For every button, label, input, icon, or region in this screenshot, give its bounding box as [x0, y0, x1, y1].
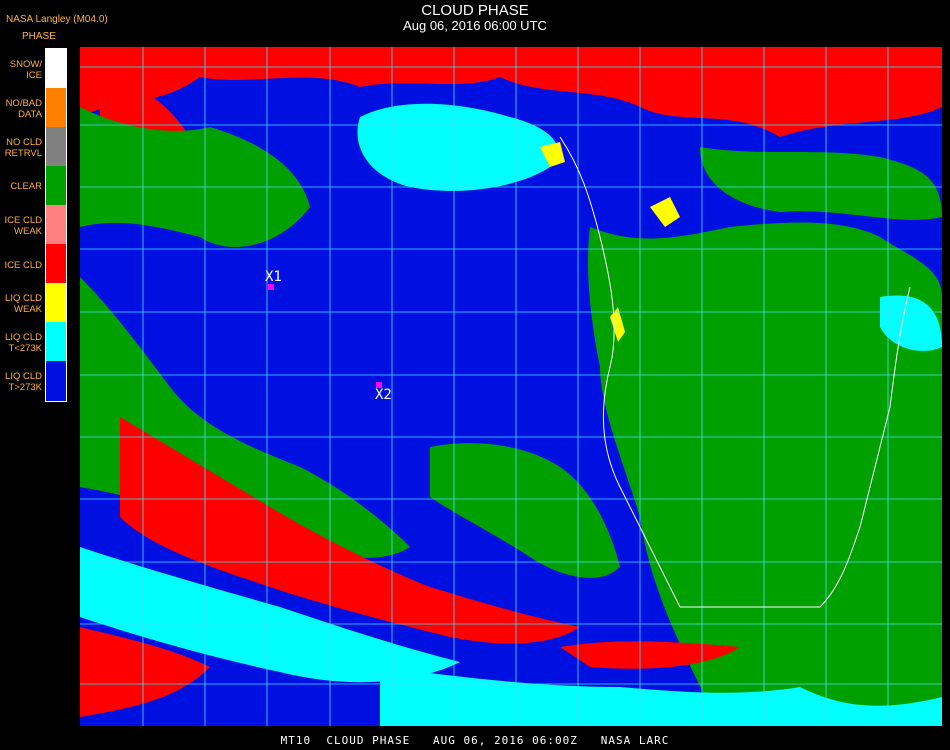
legend-swatch: [46, 166, 66, 205]
marker-x1-dot: [268, 284, 274, 290]
legend-label: NO/BAD DATA: [5, 98, 42, 120]
legend-label: LIQ CLD T<273K: [5, 332, 42, 354]
legend-label: LIQ CLD T>273K: [5, 371, 42, 393]
page-subtitle: Aug 06, 2016 06:00 UTC: [403, 18, 547, 33]
cloud-phase-map: X1 X2: [80, 47, 942, 726]
legend-swatch: [46, 283, 66, 322]
legend-label: ICE CLD: [4, 260, 42, 271]
page-title: CLOUD PHASE: [421, 2, 529, 19]
legend-swatch: [46, 127, 66, 166]
footer-caption: MT10 CLOUD PHASE AUG 06, 2016 06:00Z NAS…: [280, 734, 670, 747]
legend-label: SNOW/ ICE: [9, 59, 42, 81]
legend: SNOW/ ICE NO/BAD DATA NO CLD RETRVL CLEA…: [0, 48, 67, 402]
legend-swatch: [46, 49, 66, 88]
legend-swatch: [46, 361, 66, 401]
legend-swatch: [46, 322, 66, 361]
legend-swatch: [46, 244, 66, 283]
legend-label: CLEAR: [10, 181, 42, 192]
legend-swatch: [46, 205, 66, 244]
legend-swatch: [46, 88, 66, 127]
legend-color-bar: [45, 48, 67, 402]
marker-x1-label: X1: [265, 269, 282, 285]
map-imagery: [80, 47, 942, 726]
legend-label: LIQ CLD WEAK: [5, 293, 42, 315]
legend-label: ICE CLD WEAK: [4, 215, 42, 237]
legend-labels: SNOW/ ICE NO/BAD DATA NO CLD RETRVL CLEA…: [0, 48, 42, 402]
marker-x2-label: X2: [375, 387, 392, 403]
marker-x2-dot: [376, 382, 382, 388]
legend-label: NO CLD RETRVL: [4, 137, 42, 159]
